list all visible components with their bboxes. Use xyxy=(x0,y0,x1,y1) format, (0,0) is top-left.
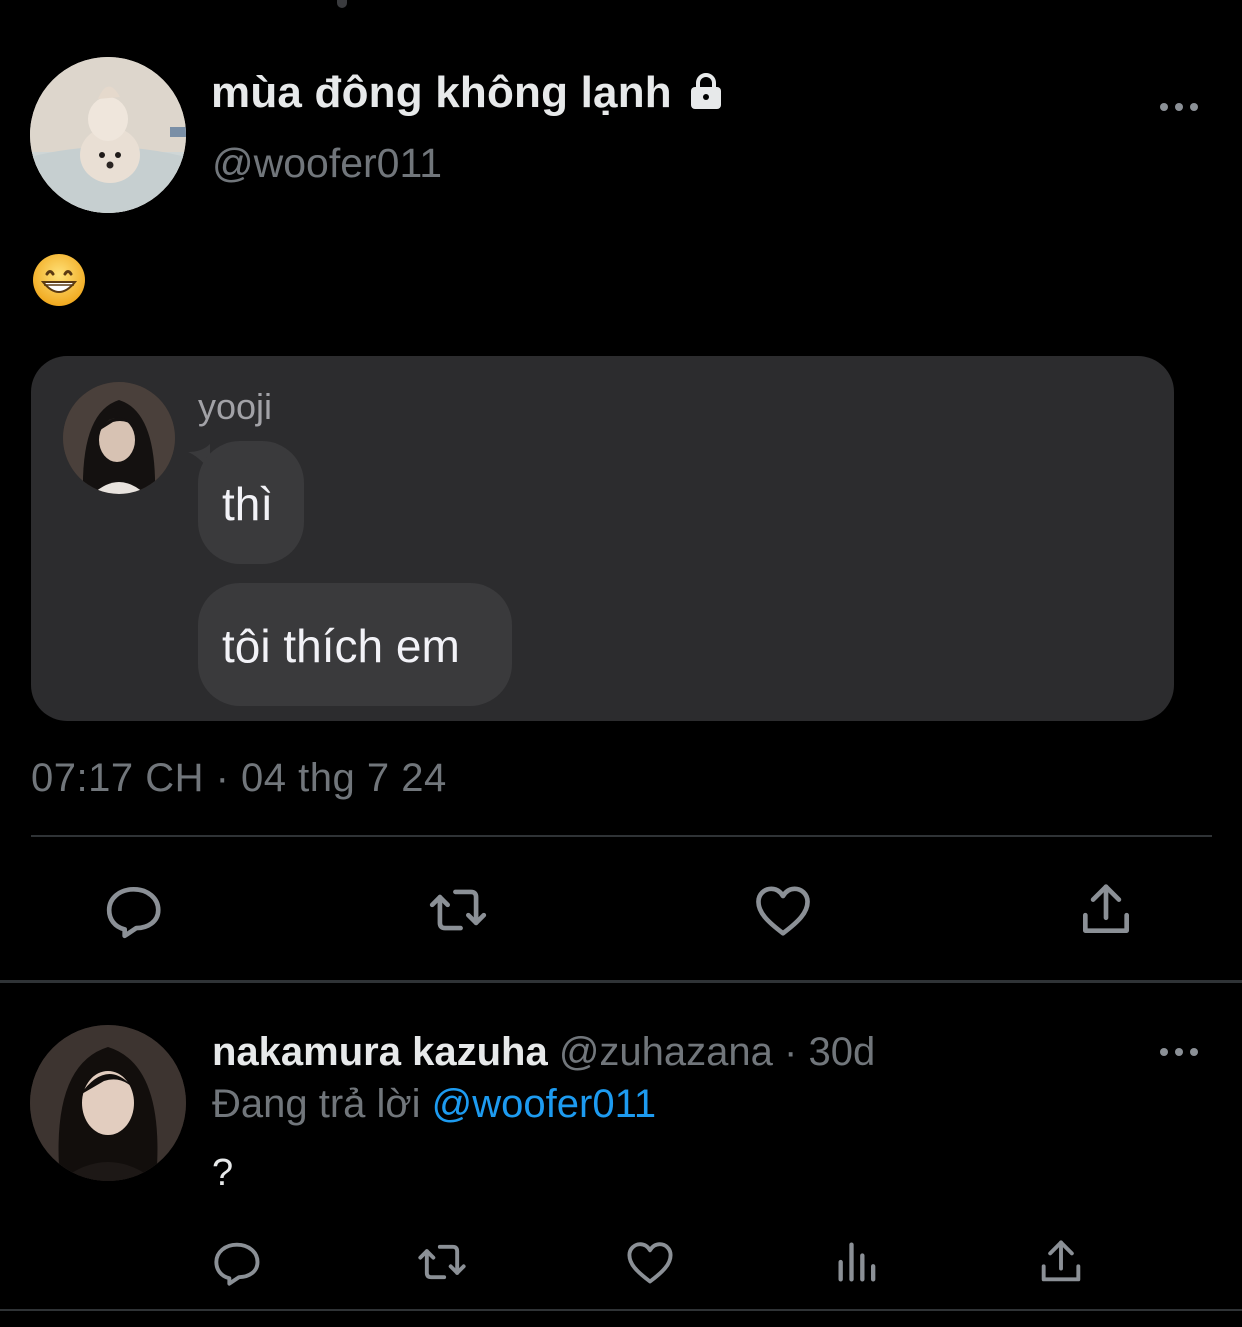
replying-to: Đang trả lời @woofer011 xyxy=(212,1082,656,1127)
replying-to-link[interactable]: @woofer011 xyxy=(432,1082,656,1126)
message-bubble: thì xyxy=(198,441,304,564)
views-icon[interactable] xyxy=(832,1236,884,1288)
share-icon[interactable] xyxy=(1035,1236,1087,1288)
lock-icon xyxy=(686,71,726,111)
tweet-text: ? xyxy=(212,1152,234,1194)
reply-icon[interactable] xyxy=(104,879,166,941)
divider xyxy=(31,835,1212,837)
divider xyxy=(0,980,1242,983)
avatar[interactable] xyxy=(30,1025,186,1181)
avatar[interactable] xyxy=(30,57,186,213)
dm-sender-name: yooji xyxy=(198,386,273,427)
reply-icon[interactable] xyxy=(212,1236,264,1288)
retweet-icon[interactable] xyxy=(416,1236,468,1288)
grinning-emoji-icon xyxy=(31,252,87,308)
like-icon[interactable] xyxy=(752,879,814,941)
handle[interactable]: @woofer011 xyxy=(212,140,442,187)
timestamp: 07:17 CH · 04 thg 7 24 xyxy=(31,756,447,800)
display-name[interactable]: mùa đông không lạnh xyxy=(211,68,672,118)
like-icon[interactable] xyxy=(624,1236,676,1288)
retweet-icon[interactable] xyxy=(427,879,489,941)
handle[interactable]: @zuhazana xyxy=(559,1030,773,1074)
divider xyxy=(0,1309,1242,1311)
display-name[interactable]: nakamura kazuha xyxy=(212,1030,548,1074)
replying-prefix: Đang trả lời xyxy=(212,1082,421,1126)
message-bubble: tôi thích em xyxy=(198,583,512,706)
more-options-icon[interactable] xyxy=(1157,1041,1201,1063)
status-indicator xyxy=(337,0,347,8)
more-options-icon[interactable] xyxy=(1157,96,1201,118)
dm-sender-avatar xyxy=(63,382,175,494)
reply-header: nakamura kazuha @zuhazana · 30d xyxy=(212,1030,875,1075)
separator: · xyxy=(784,1030,798,1074)
tweet-age: 30d xyxy=(808,1030,876,1074)
share-icon[interactable] xyxy=(1075,879,1137,941)
